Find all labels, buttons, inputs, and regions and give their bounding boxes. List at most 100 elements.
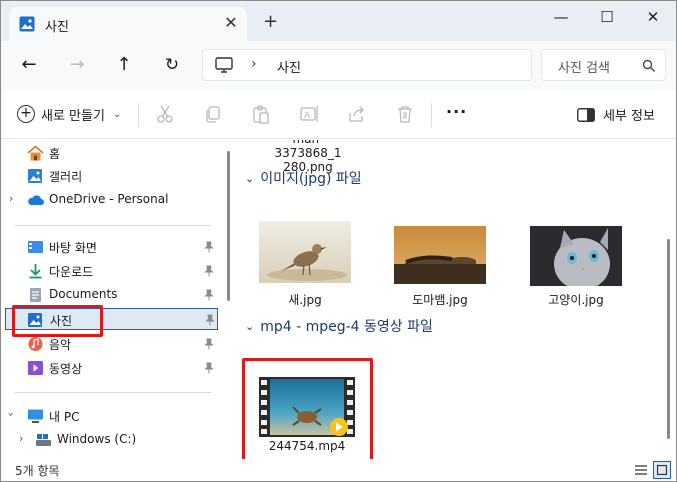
- sidebar-item-label: OneDrive - Personal: [49, 192, 169, 206]
- separator: [138, 103, 139, 127]
- sidebar-item-label: 홈: [49, 147, 61, 161]
- pictures-icon: [19, 16, 35, 32]
- group-header-mp4[interactable]: ⌄ mp4 - mpeg-4 동영상 파일: [245, 316, 433, 336]
- new-button[interactable]: + 새로 만들기 ⌄: [17, 103, 121, 125]
- file-name[interactable]: 새.jpg: [245, 291, 365, 308]
- sidebar-scrollbar[interactable]: [227, 151, 230, 301]
- delete-icon[interactable]: [394, 103, 416, 125]
- rename-icon[interactable]: A: [298, 103, 320, 125]
- pin-icon[interactable]: [204, 289, 214, 301]
- group-header-label: 이미지(jpg) 파일: [260, 171, 362, 187]
- pc-icon: [28, 409, 43, 423]
- sidebar-item-onedrive[interactable]: › OneDrive - Personal: [1, 189, 223, 211]
- video-icon: [28, 361, 43, 375]
- breadcrumb-location[interactable]: 사진: [277, 57, 301, 76]
- file-name[interactable]: 고양이.jpg: [516, 291, 636, 308]
- new-button-label: 새로 만들기: [41, 108, 105, 124]
- forward-button[interactable]: →: [65, 53, 89, 77]
- chevron-down-icon: ⌄: [245, 319, 255, 333]
- file-thumbnail-bird[interactable]: [259, 221, 351, 283]
- chevron-down-icon[interactable]: ›: [5, 412, 18, 416]
- desktop-icon: [28, 241, 43, 253]
- details-view-icon[interactable]: [632, 461, 650, 479]
- group-header-jpg[interactable]: ⌄ 이미지(jpg) 파일: [245, 168, 362, 188]
- pin-icon[interactable]: [204, 338, 214, 350]
- cat-image: [530, 226, 622, 286]
- sidebar-item-label: 바탕 화면: [49, 241, 97, 255]
- tab-close-icon[interactable]: ✕: [223, 14, 239, 32]
- monitor-icon: [215, 57, 233, 73]
- download-icon: [29, 264, 42, 279]
- sidebar-item-downloads[interactable]: 다운로드: [1, 260, 223, 282]
- home-icon: [27, 145, 44, 161]
- up-button[interactable]: ↑: [112, 53, 136, 77]
- partial-file-name-line1: man-3373868_1: [274, 140, 342, 160]
- sidebar-item-label: Windows (C:): [57, 432, 137, 446]
- pin-icon[interactable]: [204, 241, 214, 253]
- command-bar: + 새로 만들기 ⌄ A ··· 세부 정보: [1, 90, 676, 139]
- copy-icon[interactable]: [202, 103, 224, 125]
- cloud-icon: [28, 195, 44, 205]
- add-icon: +: [17, 105, 35, 123]
- search-box[interactable]: 사진 검색: [541, 49, 666, 81]
- chevron-down-icon: ⌄: [245, 171, 255, 185]
- group-header-label: mp4 - mpeg-4 동영상 파일: [260, 319, 433, 335]
- search-icon: [642, 59, 655, 72]
- sidebar-item-label: 다운로드: [49, 265, 94, 279]
- refresh-button[interactable]: ↻: [160, 53, 184, 77]
- sidebar-item-gallery[interactable]: 갤러리: [1, 165, 223, 187]
- sidebar-item-label: 갤러리: [49, 170, 83, 184]
- drive-icon: [36, 434, 51, 446]
- sidebar-item-videos[interactable]: 동영상: [1, 357, 223, 379]
- main-scrollbar[interactable]: [667, 239, 670, 439]
- item-count: 5개 항목: [15, 464, 60, 478]
- navigation-bar: ← → ↑ ↻ › 사진 사진 검색: [1, 41, 676, 90]
- document-icon: [30, 288, 41, 302]
- back-button[interactable]: ←: [17, 53, 41, 77]
- chevron-right-icon[interactable]: ›: [9, 192, 13, 205]
- close-button[interactable]: ✕: [641, 7, 665, 27]
- minimize-button[interactable]: —: [549, 7, 573, 27]
- sidebar-divider: [15, 225, 211, 226]
- separator: [431, 103, 432, 127]
- sidebar-item-documents[interactable]: Documents: [1, 284, 223, 306]
- title-bar: 사진 ✕ + — ☐ ✕: [1, 1, 676, 41]
- pin-icon[interactable]: [204, 265, 214, 277]
- highlight-box-pictures: [12, 305, 103, 337]
- highlight-box-video: [242, 358, 373, 471]
- more-options-button[interactable]: ···: [446, 102, 467, 121]
- sidebar-item-windows-drive[interactable]: › Windows (C:): [1, 429, 223, 451]
- file-name[interactable]: 도마뱀.jpg: [380, 291, 500, 308]
- maximize-button[interactable]: ☐: [595, 7, 619, 27]
- cut-icon[interactable]: [154, 103, 176, 125]
- new-tab-button[interactable]: +: [263, 13, 278, 31]
- address-bar[interactable]: › 사진: [202, 49, 532, 81]
- sidebar-item-home[interactable]: 홈: [1, 142, 223, 164]
- bird-image: [259, 221, 351, 283]
- tab-pictures[interactable]: 사진 ✕: [9, 7, 247, 41]
- file-thumbnail-lizard[interactable]: [394, 226, 486, 284]
- breadcrumb-chevron-icon: ›: [251, 56, 257, 72]
- details-pane-icon: [577, 107, 595, 122]
- navigation-pane: 홈 갤러리 › OneDrive - Personal 바탕 화면 다운로드 D…: [1, 140, 229, 458]
- status-bar: 5개 항목: [1, 459, 676, 481]
- chevron-right-icon[interactable]: ›: [19, 432, 23, 445]
- large-icons-view-icon[interactable]: [653, 461, 671, 479]
- tab-title: 사진: [45, 20, 69, 35]
- pin-icon[interactable]: [205, 314, 215, 326]
- sidebar-item-this-pc[interactable]: › 내 PC: [1, 405, 223, 427]
- details-pane-button[interactable]: 세부 정보: [577, 105, 655, 124]
- gallery-icon: [28, 169, 42, 183]
- pin-icon[interactable]: [204, 362, 214, 374]
- svg-text:A: A: [304, 111, 311, 121]
- sidebar-item-label: 동영상: [49, 362, 83, 376]
- share-icon[interactable]: [346, 103, 368, 125]
- search-placeholder: 사진 검색: [558, 61, 610, 76]
- lizard-image: [394, 226, 486, 284]
- paste-icon[interactable]: [250, 103, 272, 125]
- details-pane-label: 세부 정보: [603, 109, 655, 124]
- sidebar-item-label: 내 PC: [49, 410, 80, 424]
- file-thumbnail-cat[interactable]: [530, 226, 622, 286]
- music-icon: [28, 337, 43, 351]
- sidebar-item-desktop[interactable]: 바탕 화면: [1, 236, 223, 258]
